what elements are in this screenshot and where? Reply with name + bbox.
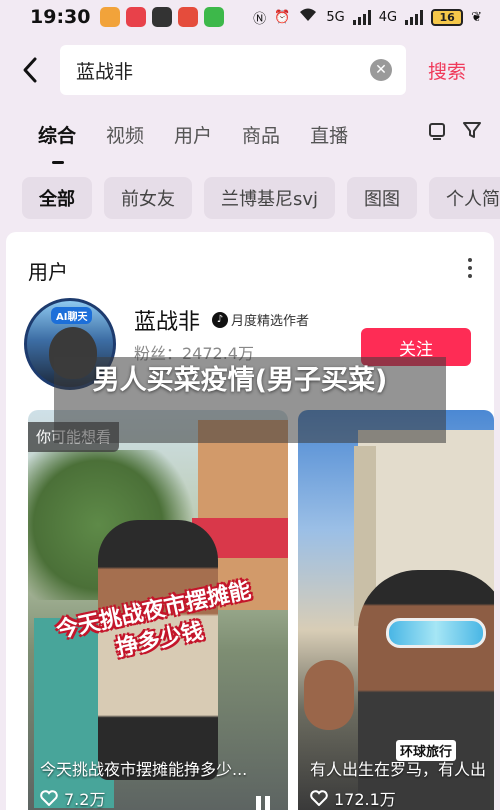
heart-icon <box>310 790 328 806</box>
wifi-icon <box>298 7 318 27</box>
video-caption: 今天挑战夜市摆摊能挣多少... <box>40 760 248 779</box>
ai-chat-badge: AI聊天 <box>51 307 93 324</box>
more-options-icon[interactable] <box>468 258 472 278</box>
signal-icon <box>405 9 424 25</box>
notification-app-icon <box>126 7 147 27</box>
tab-goods[interactable]: 商品 <box>242 121 280 148</box>
filter-chips: 全部 前女友 兰博基尼svj 图图 个人简 <box>22 177 500 219</box>
video-card[interactable]: 今天挑战夜市摆摊能挣多少钱 今天挑战夜市摆摊能挣多少... 7.2万 <box>28 410 288 810</box>
video-thumbnail-hand <box>304 660 354 730</box>
likes-count: 172.1万 <box>334 790 396 809</box>
video-caption: 有人出生在罗马，有人出 <box>310 760 487 779</box>
chip-profile[interactable]: 个人简 <box>429 177 500 219</box>
cast-icon[interactable] <box>428 120 446 144</box>
search-tabs: 综合 视频 用户 商品 直播 <box>0 112 500 164</box>
back-button[interactable] <box>0 56 60 84</box>
notification-app-icon <box>204 7 225 27</box>
search-header: 蓝战非 ✕ 搜索 <box>0 44 500 96</box>
search-input[interactable]: 蓝战非 ✕ <box>60 45 406 95</box>
tab-video[interactable]: 视频 <box>106 121 144 148</box>
section-title: 用户 <box>28 260 68 284</box>
notification-app-icon <box>100 7 121 27</box>
battery-icon: 16 <box>431 8 464 26</box>
chevron-left-icon <box>23 57 37 83</box>
likes-count: 7.2万 <box>64 790 106 809</box>
status-time: 19:30 <box>30 6 91 28</box>
tab-user[interactable]: 用户 <box>174 121 212 148</box>
tab-tools <box>428 120 482 144</box>
user-name[interactable]: 蓝战非 <box>134 304 200 336</box>
signal-icon <box>352 9 371 25</box>
status-app-icons <box>100 7 225 27</box>
video-likes: 172.1万 <box>310 786 396 810</box>
tab-live[interactable]: 直播 <box>310 121 348 148</box>
author-badge: ♪ 月度精选作者 <box>212 310 309 329</box>
author-badge-label: 月度精选作者 <box>231 314 310 329</box>
chip-all[interactable]: 全部 <box>22 177 92 219</box>
nfc-icon: Ⓝ <box>253 11 267 27</box>
watermark-text: 男人买菜疫情(男子买菜) <box>92 365 388 396</box>
notification-app-icon <box>178 7 199 27</box>
pause-icon[interactable] <box>256 796 270 810</box>
video-card[interactable]: 环球旅行 有人出生在罗马，有人出 172.1万 <box>298 410 494 810</box>
tab-comprehensive[interactable]: 综合 <box>38 121 76 164</box>
tiktok-icon: ♪ <box>212 311 228 328</box>
clear-icon[interactable]: ✕ <box>370 59 392 81</box>
video-thumbnail-sunglasses <box>386 618 486 648</box>
chip-lamborghini[interactable]: 兰博基尼svj <box>204 177 336 219</box>
chip-ex-girlfriend[interactable]: 前女友 <box>104 177 192 219</box>
leaf-icon: ❦ <box>471 9 482 25</box>
search-query[interactable]: 蓝战非 <box>76 57 370 84</box>
heart-icon <box>40 790 58 806</box>
filter-icon[interactable] <box>462 120 482 144</box>
notification-app-icon <box>152 7 173 27</box>
network-4g-label: 4G <box>378 9 398 25</box>
network-5g-label: 5G <box>326 9 345 25</box>
user-result-card: 用户 AI聊天 蓝战非 ♪ 月度精选作者 粉丝：2472.4万 关注 今天挑战夜… <box>6 232 494 810</box>
search-button[interactable]: 搜索 <box>428 57 466 84</box>
status-indicators: Ⓝ ⏰ 5G 4G 16 ❦ <box>253 7 482 27</box>
video-likes: 7.2万 <box>40 786 105 810</box>
chip-tutu[interactable]: 图图 <box>347 177 418 219</box>
status-bar: 19:30 Ⓝ ⏰ 5G 4G 16 ❦ <box>0 0 500 34</box>
alarm-icon: ⏰ <box>274 9 291 25</box>
